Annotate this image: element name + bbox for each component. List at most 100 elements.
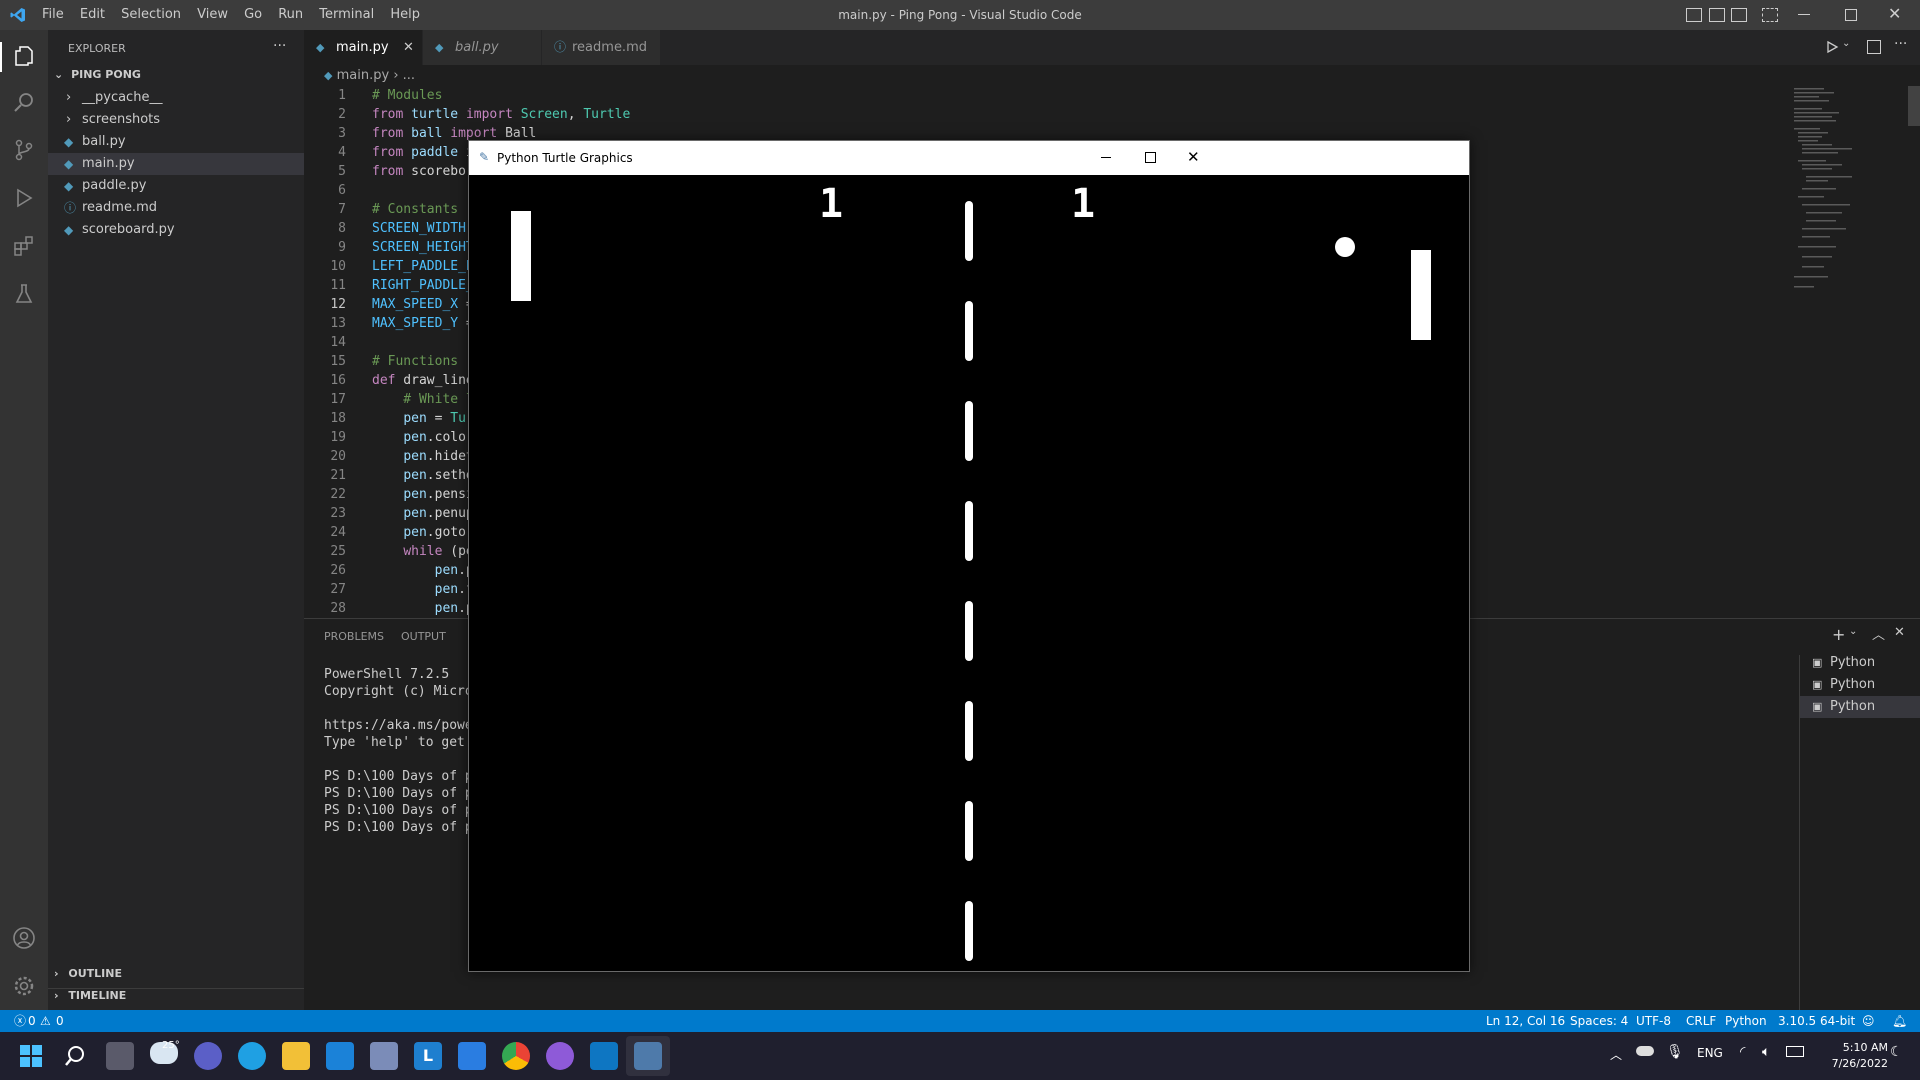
breadcrumb-symbol[interactable]: ... xyxy=(403,68,415,83)
error-count[interactable]: 0 xyxy=(28,1010,36,1032)
close-icon[interactable]: ✕ xyxy=(1187,148,1200,166)
edge-browser-icon[interactable] xyxy=(238,1042,266,1070)
restore-icon[interactable] xyxy=(1845,9,1857,21)
task-view-icon[interactable] xyxy=(106,1042,134,1070)
tree-item-scoreboard-py[interactable]: ◆ scoreboard.py xyxy=(48,219,304,241)
maximize-panel-icon[interactable]: ︿ xyxy=(1872,624,1885,643)
explorer-more-button[interactable]: ··· xyxy=(273,38,286,54)
panel-tab-problems[interactable]: PROBLEMS xyxy=(324,619,384,654)
warning-count[interactable]: 0 xyxy=(56,1010,64,1032)
line-number: 4 xyxy=(338,145,346,160)
chrome-icon[interactable] xyxy=(502,1042,530,1070)
account-icon[interactable] xyxy=(12,926,36,950)
chevron-down-icon[interactable]: ⌄ xyxy=(1842,38,1850,49)
code-text: pen.p xyxy=(434,601,474,616)
language-mode[interactable]: Python xyxy=(1725,1010,1767,1032)
tree-item-readme-md[interactable]: ⓘ readme.md xyxy=(48,197,304,219)
panel-tab-output[interactable]: OUTPUT xyxy=(401,619,446,654)
outline-section[interactable]: › OUTLINE xyxy=(54,967,122,980)
terminal-name: Python xyxy=(1830,699,1876,714)
source-control-icon[interactable] xyxy=(12,138,36,162)
project-folder[interactable]: ⌄ PING PONG xyxy=(54,68,141,81)
notification-center-icon[interactable]: ☾ xyxy=(1890,1044,1903,1060)
explorer-icon[interactable] xyxy=(12,44,36,68)
terminal-list-item[interactable]: ▣ Python xyxy=(1800,652,1920,674)
python-interpreter[interactable]: 3.10.5 64-bit xyxy=(1778,1010,1855,1032)
teams-chat-icon[interactable] xyxy=(194,1042,222,1070)
tab-readme-md[interactable]: ⓘ readme.md xyxy=(542,30,660,65)
wifi-icon[interactable]: ◜ xyxy=(1740,1044,1745,1060)
tab-main-py[interactable]: ◆ main.py ✕ xyxy=(304,30,422,65)
settings-gear-icon[interactable] xyxy=(12,974,36,998)
minimize-icon[interactable] xyxy=(1798,14,1810,15)
chevron-down-icon[interactable]: ⌄ xyxy=(1849,626,1857,637)
indentation[interactable]: Spaces: 4 xyxy=(1570,1010,1628,1032)
mail-icon[interactable] xyxy=(326,1042,354,1070)
timeline-section[interactable]: › TIMELINE xyxy=(54,989,126,1002)
close-tab-icon[interactable]: ✕ xyxy=(403,30,414,65)
todo-icon[interactable] xyxy=(458,1042,486,1070)
clock[interactable]: 5:10 AM 7/26/2022 xyxy=(1818,1040,1888,1072)
vscode-taskbar-icon[interactable] xyxy=(590,1042,618,1070)
info-icon: ⓘ xyxy=(554,40,567,54)
toggle-panel-icon[interactable] xyxy=(1709,8,1725,22)
microsoft-store-icon[interactable] xyxy=(370,1042,398,1070)
terminal-output[interactable]: PowerShell 7.2.5 Copyright (c) Microso htt… xyxy=(324,666,488,836)
explorer-title: EXPLORER xyxy=(68,42,126,55)
error-icon[interactable]: ⓧ xyxy=(14,1010,26,1032)
tree-item-screenshots[interactable]: › screenshots xyxy=(48,109,304,131)
minimize-icon[interactable] xyxy=(1101,157,1111,158)
toggle-sidebar-icon[interactable] xyxy=(1686,8,1702,22)
close-icon[interactable]: ✕ xyxy=(1888,4,1901,23)
code-text: SCREEN_HEIGHT xyxy=(372,240,474,255)
tree-item-pycache[interactable]: › __pycache__ xyxy=(48,87,304,109)
tree-item-main-py[interactable]: ◆ main.py xyxy=(48,153,304,175)
breadcrumb-file[interactable]: main.py xyxy=(337,68,390,83)
minimap[interactable] xyxy=(1790,86,1905,316)
windows-start-icon[interactable] xyxy=(20,1045,42,1067)
code-text: from paddle i xyxy=(372,145,474,160)
feedback-icon[interactable]: ☺ xyxy=(1862,1010,1875,1032)
warning-icon[interactable]: ⚠ xyxy=(40,1010,51,1032)
battery-icon[interactable] xyxy=(1786,1046,1804,1057)
line-endings[interactable]: CRLF xyxy=(1686,1010,1716,1032)
tree-item-paddle-py[interactable]: ◆ paddle.py xyxy=(48,175,304,197)
toggle-secondary-sidebar-icon[interactable] xyxy=(1731,8,1747,22)
turtle-window-titlebar[interactable]: ✎ Python Turtle Graphics ✕ xyxy=(469,141,1469,175)
notifications-bell-icon[interactable]: 🔔︎ xyxy=(1892,1010,1907,1032)
python-file-icon: ◆ xyxy=(316,41,325,54)
more-actions-icon[interactable]: ··· xyxy=(1894,36,1907,52)
run-debug-icon[interactable] xyxy=(12,186,36,210)
microphone-icon[interactable]: 🎙︎ xyxy=(1666,1044,1684,1060)
run-python-icon[interactable] xyxy=(1825,40,1839,54)
chevron-up-icon[interactable]: ︿ xyxy=(1610,1046,1622,1063)
input-language[interactable]: ENG xyxy=(1697,1046,1723,1060)
close-panel-icon[interactable]: ✕ xyxy=(1894,625,1905,640)
file-explorer-icon[interactable] xyxy=(282,1042,310,1070)
line-number: 26 xyxy=(330,563,346,578)
search-icon[interactable] xyxy=(12,90,36,114)
game-canvas[interactable]: 1 1 xyxy=(471,175,1467,969)
app-l-icon[interactable]: L xyxy=(414,1042,442,1070)
volume-icon[interactable]: 🔈︎ xyxy=(1762,1044,1770,1060)
github-desktop-icon[interactable] xyxy=(546,1042,574,1070)
new-terminal-icon[interactable]: + xyxy=(1832,625,1845,644)
maximize-icon[interactable] xyxy=(1145,152,1156,163)
terminal-line: PowerShell 7.2.5 xyxy=(324,667,450,682)
active-indicator xyxy=(0,42,2,72)
file-encoding[interactable]: UTF-8 xyxy=(1636,1010,1671,1032)
split-editor-icon[interactable] xyxy=(1867,40,1881,54)
search-icon[interactable] xyxy=(64,1045,86,1067)
terminal-list-item-active[interactable]: ▣ Python xyxy=(1800,696,1920,718)
tab-ball-py[interactable]: ◆ ball.py xyxy=(423,30,541,65)
terminal-list-item[interactable]: ▣ Python xyxy=(1800,674,1920,696)
onedrive-icon[interactable] xyxy=(1636,1046,1654,1056)
python-file-icon: ◆ xyxy=(64,157,74,171)
editor-scrollbar[interactable] xyxy=(1908,86,1920,126)
tree-item-ball-py[interactable]: ◆ ball.py xyxy=(48,131,304,153)
cursor-position[interactable]: Ln 12, Col 16 xyxy=(1486,1010,1565,1032)
customize-layout-icon[interactable] xyxy=(1762,8,1778,22)
extensions-icon[interactable] xyxy=(12,234,36,258)
testing-icon[interactable] xyxy=(12,282,36,306)
